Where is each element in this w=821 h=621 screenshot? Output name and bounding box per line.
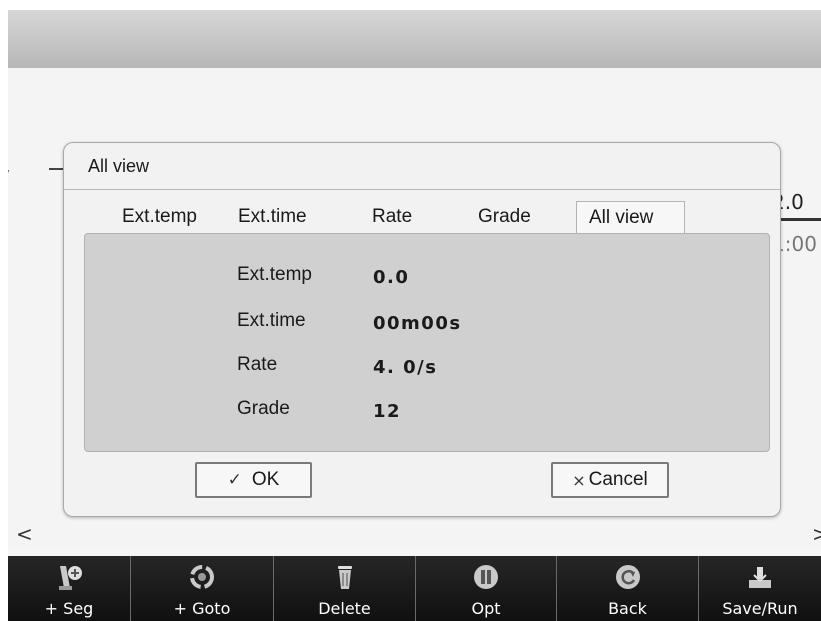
opt-button[interactable]: Opt: [416, 556, 557, 621]
device-screen: 2.0 1:00 < > All view Ext.temp Ext.time …: [8, 10, 821, 621]
field-label-ext-temp: Ext.temp: [237, 264, 312, 285]
add-goto-button[interactable]: + Goto: [131, 556, 274, 621]
add-segment-button[interactable]: + Seg: [8, 556, 131, 621]
add-segment-icon: [59, 566, 82, 590]
ok-label: OK: [251, 469, 280, 490]
add-goto-label: + Goto: [173, 599, 231, 618]
tab-grade[interactable]: Grade: [478, 201, 531, 234]
delete-label: Delete: [318, 599, 371, 618]
delete-button[interactable]: Delete: [274, 556, 416, 621]
field-value-ext-temp: 0.0: [373, 267, 410, 288]
all-view-dialog: All view Ext.temp Ext.time Rate Grade Al…: [63, 142, 781, 517]
tab-ext-time[interactable]: Ext.time: [238, 201, 307, 234]
pause-icon: [474, 565, 498, 589]
add-segment-label: + Seg: [44, 599, 94, 618]
scroll-right-arrow[interactable]: >: [812, 522, 821, 546]
back-label: Back: [608, 599, 647, 618]
back-button[interactable]: Back: [557, 556, 699, 621]
save-run-label: Save/Run: [722, 599, 798, 618]
dialog-title: All view: [88, 156, 150, 176]
trash-icon: [337, 566, 352, 589]
add-goto-icon: [190, 565, 214, 589]
dialog-title-divider: [64, 189, 780, 190]
field-value-grade: 12: [373, 401, 402, 422]
tab-ext-temp[interactable]: Ext.temp: [122, 201, 197, 234]
all-view-panel: Ext.temp 0.0 Ext.time 00m00s Rate 4. 0/s…: [84, 233, 770, 452]
field-value-rate: 4. 0/s: [373, 357, 438, 378]
field-label-grade: Grade: [237, 398, 290, 419]
cancel-label: Cancel: [588, 469, 648, 490]
save-run-button[interactable]: Save/Run: [699, 556, 821, 621]
tab-all-view[interactable]: All view: [576, 201, 685, 234]
top-bar: [8, 10, 821, 68]
scroll-left-arrow[interactable]: <: [16, 522, 33, 546]
field-label-ext-time: Ext.time: [237, 310, 306, 331]
ok-button[interactable]: ✓ OK: [195, 462, 312, 498]
back-icon: [615, 565, 640, 589]
close-icon: ×: [572, 470, 586, 490]
field-value-ext-time: 00m00s: [373, 313, 462, 334]
save-run-icon: [749, 567, 771, 588]
field-label-rate: Rate: [237, 354, 278, 375]
tab-rate[interactable]: Rate: [372, 201, 412, 234]
check-icon: ✓: [227, 470, 242, 490]
opt-label: Opt: [471, 599, 501, 618]
bottom-toolbar: + Seg + Goto Delete Opt Back Save/Run: [8, 556, 821, 621]
cancel-button[interactable]: × Cancel: [551, 462, 669, 498]
